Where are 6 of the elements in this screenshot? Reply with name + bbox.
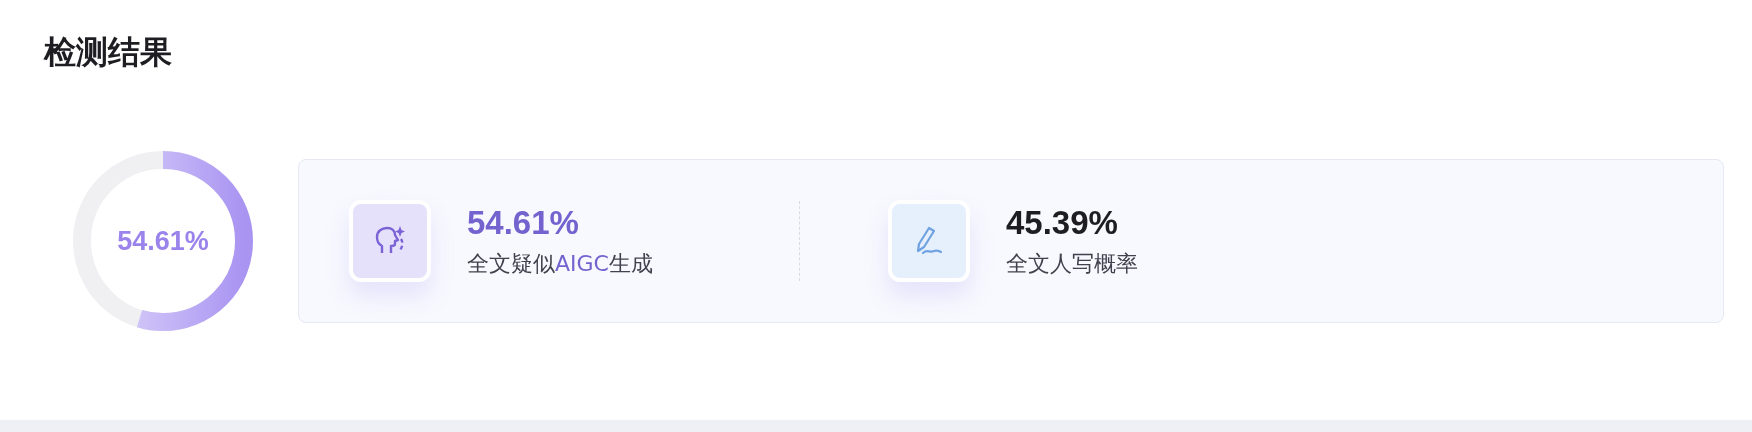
result-label: 全文人写概率 [1006, 250, 1138, 278]
donut-percentage: 54.61% [117, 226, 209, 256]
percentage-value: 54.61% [467, 203, 580, 243]
section-title: 检测结果 [44, 32, 173, 73]
result-label: 全文疑似AIGC生成 [467, 250, 653, 278]
percentage-value: 45.39% [1006, 203, 1119, 243]
